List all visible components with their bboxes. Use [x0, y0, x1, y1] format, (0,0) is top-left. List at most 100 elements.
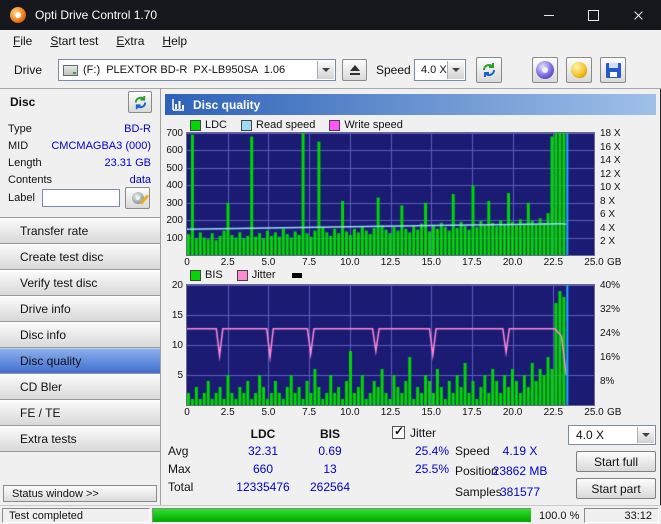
field-label-mid: MID	[8, 140, 29, 152]
tick-label: 32%	[600, 304, 621, 315]
sidebar-item-disc-quality[interactable]: Disc quality	[0, 347, 160, 374]
start-part-button[interactable]: Start part	[576, 478, 656, 499]
minimize-button[interactable]	[526, 0, 571, 30]
sidebar-item-cd-bler[interactable]: CD Bler	[0, 373, 160, 400]
elapsed-time: 33:12	[584, 508, 659, 523]
refresh-icon	[134, 95, 146, 109]
tick-label: 5.0	[261, 407, 276, 418]
total-bis-value: 262564	[309, 480, 351, 494]
legend-marker-dash	[291, 272, 302, 278]
tick-label: 5.0	[261, 257, 276, 268]
ldc-y-axis-left: 700 600 500 400 300 200 100	[160, 128, 183, 255]
drive-combo-arrow[interactable]	[317, 61, 334, 79]
position-stat-value: 23862 MB	[492, 464, 548, 478]
bis-x-axis: 0 2.5 5.0 7.5 10.0 12.5 15.0 17.5 20.0 22.5 25.0	[184, 407, 637, 419]
drive-icon	[63, 64, 78, 76]
menu-extra[interactable]: Extra	[107, 31, 153, 51]
tick-label: 0	[184, 257, 190, 268]
tick-label: 17.5	[462, 257, 482, 268]
tick-label: 17.5	[462, 407, 482, 418]
speed-stat-value: 4.19 X	[502, 444, 538, 458]
tick-label: 7.5	[302, 407, 317, 418]
maximize-button[interactable]	[571, 0, 616, 30]
refresh-drives-button[interactable]	[476, 57, 502, 83]
speed-label: Speed	[376, 63, 411, 77]
tick-label: 25.0	[584, 257, 604, 268]
maximize-icon	[588, 9, 599, 21]
field-value-type: BD-R	[124, 123, 151, 135]
tick-label: 200	[166, 215, 183, 227]
menu-help[interactable]: Help	[153, 31, 196, 51]
sidebar-item-verify-test-disc[interactable]: Verify test disc	[0, 269, 160, 296]
tick-label: 16 X	[600, 141, 621, 153]
tick-label: 20	[171, 280, 183, 291]
test-speed-arrow[interactable]	[637, 427, 654, 443]
sidebar-item-transfer-rate[interactable]: Transfer rate	[0, 217, 160, 244]
purple-disc-icon	[536, 61, 554, 79]
speed-combo-arrow[interactable]	[447, 61, 464, 79]
jitter-checkbox[interactable]	[392, 424, 405, 439]
tick-label: 700	[166, 128, 183, 139]
stats-row-avg-label: Avg	[168, 444, 189, 458]
test-speed-select[interactable]: 4.0 X	[568, 425, 656, 445]
refresh-disc-button[interactable]	[128, 91, 152, 113]
edit-label-button[interactable]	[125, 187, 150, 209]
ldc-x-axis: 0 2.5 5.0 7.5 10.0 12.5 15.0 17.5 20.0 22.5 25.0	[184, 257, 637, 269]
stats-col-ldc: LDC	[250, 427, 276, 441]
avg-bis-value: 0.69	[318, 444, 342, 458]
tick-label: 25.0	[584, 407, 604, 418]
minimize-icon	[543, 14, 554, 16]
tick-label: 24%	[600, 328, 621, 339]
tick-label: 7.5	[302, 257, 317, 268]
statusbar: Test completed 100.0 % 33:12	[0, 505, 661, 524]
label-input[interactable]	[42, 189, 120, 207]
drive-combobox[interactable]: (F:) PLEXTOR BD-R PX-LB950SA 1.06	[58, 59, 336, 81]
tick-label: 20.0	[502, 407, 523, 418]
tick-label: 2.5	[220, 407, 235, 418]
sidebar-item-create-test-disc[interactable]: Create test disc	[0, 243, 160, 270]
drive-value: (F:) PLEXTOR BD-R PX-LB950SA 1.06	[83, 64, 286, 76]
close-icon	[633, 10, 644, 21]
tick-label: 12.5	[380, 407, 401, 418]
ldc-swatch	[190, 119, 201, 131]
field-value-length: 23.31 GB	[104, 157, 151, 169]
sidebar-item-drive-info[interactable]: Drive info	[0, 295, 160, 322]
menu-file[interactable]: File	[4, 31, 41, 51]
disc-section-title: Disc	[10, 95, 36, 109]
ldc-y-axis-right: 18 X 16 X 14 X 12 X 10 X8 X 6 X4 X 2 X	[597, 128, 629, 255]
tick-label: 2 X	[600, 236, 616, 248]
sidebar-item-disc-info[interactable]: Disc info	[0, 321, 160, 348]
tick-label: 600	[166, 145, 183, 157]
jitter-swatch	[236, 269, 248, 281]
menu-start-test[interactable]: Start test	[41, 31, 107, 51]
speed-value: 4.0 X	[421, 64, 447, 76]
tick-label: 12 X	[600, 168, 621, 180]
sidebar: Disc Type BD-R MID CMCMAGBA3 (000) Lengt…	[0, 89, 161, 505]
bis-x-unit: GB	[607, 407, 622, 418]
tick-label: 16%	[600, 352, 621, 363]
speed-combobox[interactable]: 4.0 X	[414, 59, 466, 81]
jitter-legend-label: Jitter	[251, 269, 276, 281]
disc-tool-button[interactable]	[532, 57, 558, 83]
sidebar-item-fe-te[interactable]: FE / TE	[0, 399, 160, 426]
save-button[interactable]	[600, 57, 626, 83]
titlebar: Opti Drive Control 1.70	[0, 0, 661, 30]
label-field-caption: Label	[8, 192, 35, 204]
tick-label: 15	[171, 310, 183, 321]
start-full-button[interactable]: Start full	[576, 451, 656, 472]
status-window-button[interactable]: Status window >>	[3, 485, 157, 502]
jitter-checkbox-label: Jitter	[410, 426, 437, 440]
chevron-down-icon	[322, 68, 330, 72]
tick-label: 22.5	[543, 407, 564, 418]
chart1-legend: LDC Read speed Write speed	[190, 119, 417, 131]
bis-swatch	[190, 269, 201, 281]
bis-chart	[187, 285, 594, 405]
extra-tool-button[interactable]	[566, 57, 592, 83]
eject-button[interactable]	[342, 59, 367, 81]
close-button[interactable]	[616, 0, 661, 30]
max-bis-value: 13	[323, 462, 337, 476]
chevron-down-icon	[452, 68, 460, 72]
sidebar-item-extra-tests[interactable]: Extra tests	[0, 425, 160, 452]
field-label-contents: Contents	[8, 174, 53, 186]
panel-header: Disc quality	[165, 94, 656, 115]
